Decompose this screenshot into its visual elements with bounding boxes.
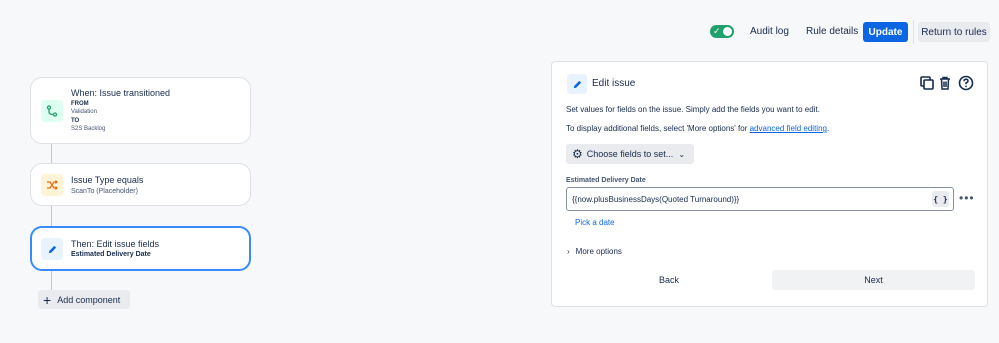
delete-icon[interactable] [937, 75, 953, 91]
chevron-right-icon: › [567, 247, 570, 256]
audit-log-link[interactable]: Audit log [750, 24, 789, 40]
to-label: TO [71, 118, 80, 124]
toolbar-divider [913, 20, 914, 44]
edit-issue-panel: Edit issue Set values for fields on the … [551, 61, 988, 307]
to-value: S2S Backlog [71, 126, 106, 132]
field-label: Estimated Delivery Date [566, 177, 646, 184]
flow-connector [51, 143, 52, 164]
choose-fields-label: Choose fields to set... [586, 149, 674, 159]
panel-title: Edit issue [592, 78, 636, 89]
from-label: FROM [71, 101, 89, 107]
rule-details-link[interactable]: Rule details [806, 24, 858, 40]
trigger-card[interactable]: When: Issue transitioned FROM Validation… [30, 77, 251, 144]
shuffle-icon [41, 174, 63, 196]
condition-card[interactable]: Issue Type equals ScanTo (Placeholder) [30, 163, 251, 206]
panel-description-advanced: To display additional fields, select 'Mo… [566, 124, 829, 133]
action-title: Then: Edit issue fields [71, 239, 160, 249]
action-subtitle: Estimated Delivery Date [71, 251, 151, 258]
estimated-delivery-date-input[interactable] [568, 189, 928, 209]
pencil-icon [41, 238, 63, 260]
from-value: Validation [71, 109, 97, 115]
description-text: To display additional fields, select 'Mo… [566, 124, 750, 133]
return-to-rules-button[interactable]: Return to rules [918, 22, 990, 42]
chevron-down-icon: ⌄ [678, 149, 686, 159]
rule-enabled-toggle[interactable]: ✓ [710, 25, 734, 38]
more-options-toggle[interactable]: › More options [567, 247, 622, 256]
flow-connector [51, 206, 52, 227]
add-component-button[interactable]: + Add component [38, 290, 130, 309]
trigger-title: When: Issue transitioned [71, 88, 171, 98]
pencil-icon [567, 74, 587, 94]
condition-subtitle: ScanTo (Placeholder) [71, 188, 138, 195]
toggle-knob [723, 27, 732, 36]
gear-icon: ⚙ [572, 147, 583, 161]
check-icon: ✓ [713, 26, 721, 36]
pick-a-date-link[interactable]: Pick a date [575, 218, 615, 227]
more-actions-icon[interactable]: ••• [959, 192, 975, 204]
top-toolbar: ✓ Audit log Rule details Update Return t… [0, 20, 999, 44]
back-button[interactable]: Back [566, 270, 772, 290]
description-suffix: . [826, 124, 830, 133]
update-button[interactable]: Update [863, 22, 908, 42]
choose-fields-dropdown[interactable]: ⚙ Choose fields to set... ⌄ [566, 144, 694, 164]
advanced-field-editing-link[interactable]: advanced field editing [750, 124, 827, 133]
duplicate-icon[interactable] [919, 75, 935, 91]
smart-value-button[interactable]: { } [932, 191, 949, 207]
more-options-label: More options [575, 247, 622, 256]
flow-connector [51, 271, 52, 290]
help-icon[interactable] [958, 75, 974, 91]
panel-description: Set values for fields on the issue. Simp… [566, 105, 820, 114]
action-card[interactable]: Then: Edit issue fields Estimated Delive… [30, 226, 251, 271]
condition-title: Issue Type equals [71, 175, 144, 185]
next-button[interactable]: Next [772, 270, 975, 290]
estimated-delivery-date-field: { } [566, 187, 954, 211]
add-component-label: Add component [57, 294, 121, 305]
branch-icon [41, 100, 63, 122]
plus-icon: + [43, 291, 52, 308]
